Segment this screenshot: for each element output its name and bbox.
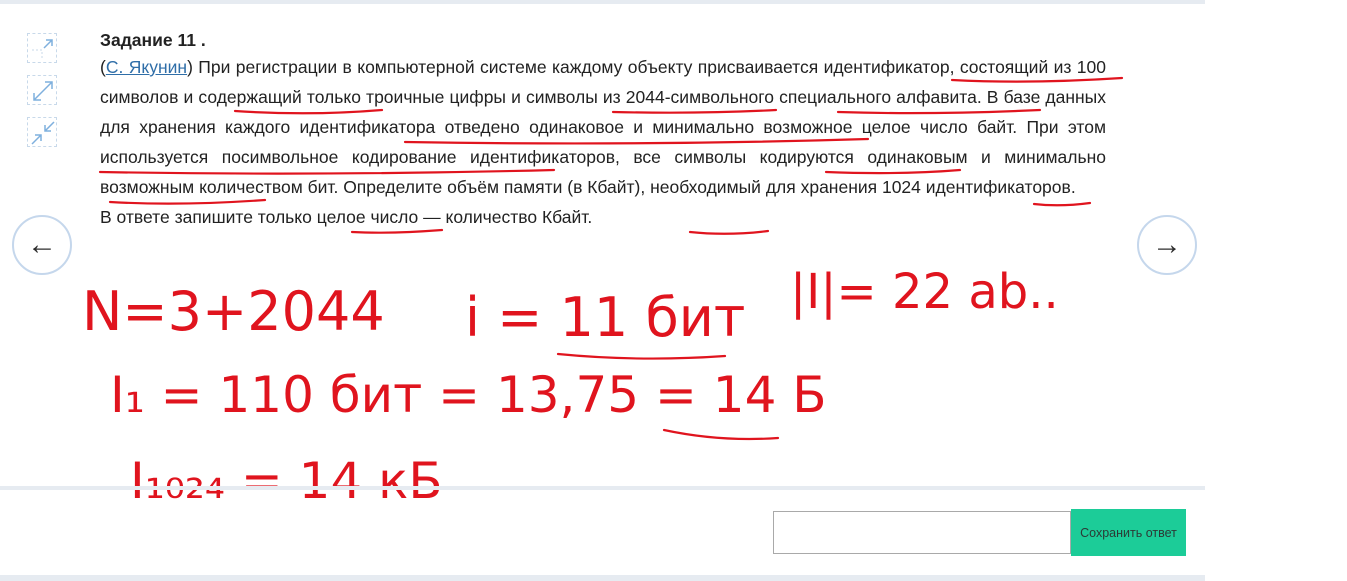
formula-i1: I₁ = 110 бит = 13,75 = 14 Б: [110, 366, 827, 424]
task-text: (С. Якунин) При регистрации в компьютерн…: [100, 52, 1106, 202]
author-link[interactable]: С. Якунин: [106, 57, 187, 77]
underline-11bit: [556, 352, 727, 360]
formula-i: i = 11 бит: [465, 286, 745, 349]
arrow-left-icon: ←: [27, 228, 57, 261]
save-answer-button[interactable]: Сохранить ответ: [1071, 509, 1186, 556]
corner-note: |I|= 22 ab..: [790, 264, 1059, 320]
underline-14b: [662, 428, 780, 441]
task-body-text: ) При регистрации в компьютерной системе…: [100, 57, 1106, 197]
formula-n: N=3+2044: [82, 280, 385, 343]
section-divider: [0, 486, 1205, 490]
shrink-icon[interactable]: [27, 117, 57, 147]
right-margin: [1205, 0, 1347, 581]
bottom-border: [0, 575, 1205, 581]
collapse-icon[interactable]: [27, 33, 57, 63]
arrow-right-icon: →: [1152, 228, 1182, 261]
prev-task-button[interactable]: ←: [12, 215, 72, 275]
next-task-button[interactable]: →: [1137, 215, 1197, 275]
top-border: [0, 0, 1205, 4]
answer-input[interactable]: [773, 511, 1071, 554]
task-content: Задание 11 . (С. Якунин) При регистрации…: [100, 28, 1106, 232]
expand-icon[interactable]: [27, 75, 57, 105]
formula-i1024: I₁₀₂₄ = 14 кБ: [130, 452, 443, 510]
task-title: Задание 11 .: [100, 30, 206, 50]
view-tools: [27, 33, 59, 159]
answer-instruction: В ответе запишите только целое число — к…: [100, 207, 593, 227]
